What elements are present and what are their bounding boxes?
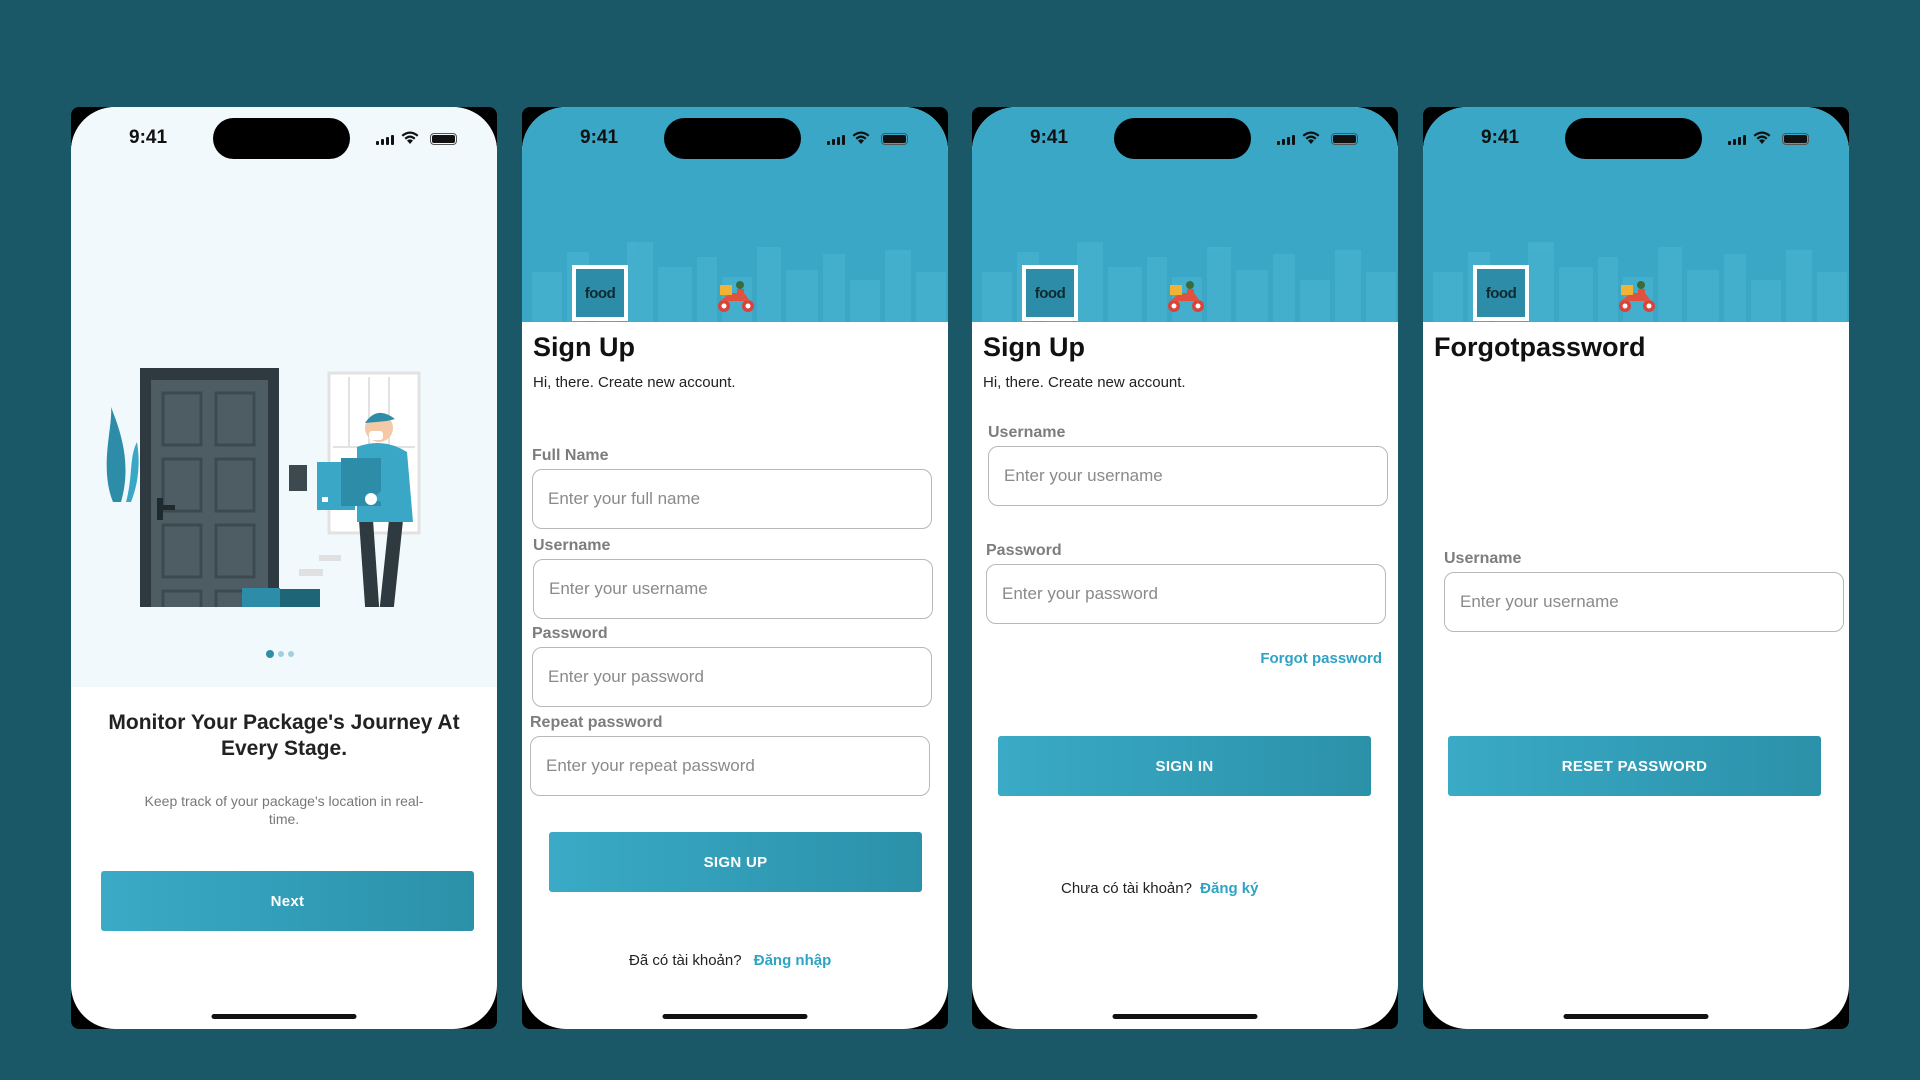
cellular-signal-icon: [1728, 135, 1746, 145]
password-input[interactable]: Enter your password: [532, 647, 932, 707]
no-account-text: Chưa có tài khoản?: [1061, 880, 1192, 897]
dynamic-island: [664, 118, 801, 159]
password-input[interactable]: Enter your password: [986, 564, 1386, 624]
status-time: 9:41: [1481, 127, 1520, 148]
password-label: Password: [532, 625, 608, 642]
page-dot: [278, 651, 284, 657]
login-link[interactable]: Đăng nhập: [754, 952, 832, 969]
status-time: 9:41: [1030, 127, 1069, 148]
home-indicator: [1112, 1014, 1258, 1019]
password-label: Password: [986, 542, 1062, 559]
page-title: Forgotpassword: [1434, 332, 1646, 362]
page-title: Sign Up: [533, 332, 635, 362]
food-logo: food: [572, 265, 628, 321]
page-dot: [288, 651, 294, 657]
status-bar: 9:41: [522, 107, 948, 167]
cellular-signal-icon: [1277, 135, 1295, 145]
battery-icon: [1782, 133, 1809, 145]
username-input[interactable]: Enter your username: [1444, 572, 1844, 632]
phone-onboarding: 9:41 Monitor Your Package's Journey At E…: [71, 107, 497, 1029]
onboarding-screen: 9:41 Monitor Your Package's Journey At E…: [71, 107, 497, 1029]
phone-signup: food 9:41 Sign Up Hi, there. Create new …: [522, 107, 948, 1029]
page-subtitle: Hi, there. Create new account.: [533, 374, 736, 391]
status-time: 9:41: [580, 127, 619, 148]
scooter-icon: [1619, 281, 1655, 312]
full-name-label: Full Name: [532, 447, 609, 464]
home-indicator: [211, 1014, 357, 1019]
battery-icon: [1331, 133, 1358, 145]
scooter-icon: [1168, 281, 1204, 312]
next-button[interactable]: Next: [101, 871, 474, 931]
cellular-signal-icon: [376, 135, 394, 145]
home-indicator: [662, 1014, 808, 1019]
username-label: Username: [988, 424, 1066, 441]
scooter-icon: [718, 281, 754, 312]
signup-screen: food 9:41 Sign Up Hi, there. Create new …: [522, 107, 948, 1029]
phone-forgot-password: food 9:41 Forgotpassword Username Enter …: [1423, 107, 1849, 1029]
full-name-input[interactable]: Enter your full name: [532, 469, 932, 529]
sign-in-button[interactable]: SIGN IN: [998, 736, 1371, 796]
register-link[interactable]: Đăng ký: [1200, 880, 1258, 897]
pagination-dots: [266, 650, 294, 658]
page-subtitle: Hi, there. Create new account.: [983, 374, 1186, 391]
dynamic-island: [1565, 118, 1702, 159]
wifi-icon: [1302, 131, 1320, 144]
status-bar: 9:41: [972, 107, 1398, 167]
onboarding-illustration-area: [71, 107, 497, 687]
onboarding-subtitle: Keep track of your package's location in…: [144, 793, 424, 827]
signin-screen: food 9:41 Sign Up Hi, there. Create new …: [972, 107, 1398, 1029]
delivery-illustration: [106, 368, 421, 607]
have-account-text: Đã có tài khoản?: [629, 952, 742, 969]
forgot-password-link[interactable]: Forgot password: [1260, 650, 1382, 667]
username-label: Username: [1444, 550, 1522, 567]
repeat-password-label: Repeat password: [530, 714, 663, 731]
status-bar: 9:41: [1423, 107, 1849, 167]
page-title: Sign Up: [983, 332, 1085, 362]
wifi-icon: [852, 131, 870, 144]
status-time: 9:41: [129, 127, 168, 148]
battery-icon: [881, 133, 908, 145]
sign-up-button[interactable]: SIGN UP: [549, 832, 922, 892]
reset-password-button[interactable]: RESET PASSWORD: [1448, 736, 1821, 796]
dynamic-island: [213, 118, 350, 159]
wifi-icon: [401, 131, 419, 144]
username-input[interactable]: Enter your username: [988, 446, 1388, 506]
onboarding-title: Monitor Your Package's Journey At Every …: [108, 711, 460, 760]
dynamic-island: [1114, 118, 1251, 159]
forgot-password-screen: food 9:41 Forgotpassword Username Enter …: [1423, 107, 1849, 1029]
page-dot-active: [266, 650, 274, 658]
battery-icon: [430, 133, 457, 145]
phone-signin: food 9:41 Sign Up Hi, there. Create new …: [972, 107, 1398, 1029]
food-logo: food: [1473, 265, 1529, 321]
login-prompt: Đã có tài khoản? Đăng nhập: [629, 952, 831, 969]
register-prompt: Chưa có tài khoản? Đăng ký: [1061, 880, 1259, 897]
username-label: Username: [533, 537, 611, 554]
food-logo: food: [1022, 265, 1078, 321]
status-bar: 9:41: [71, 107, 497, 167]
cellular-signal-icon: [827, 135, 845, 145]
repeat-password-input[interactable]: Enter your repeat password: [530, 736, 930, 796]
username-input[interactable]: Enter your username: [533, 559, 933, 619]
wifi-icon: [1753, 131, 1771, 144]
home-indicator: [1563, 1014, 1709, 1019]
